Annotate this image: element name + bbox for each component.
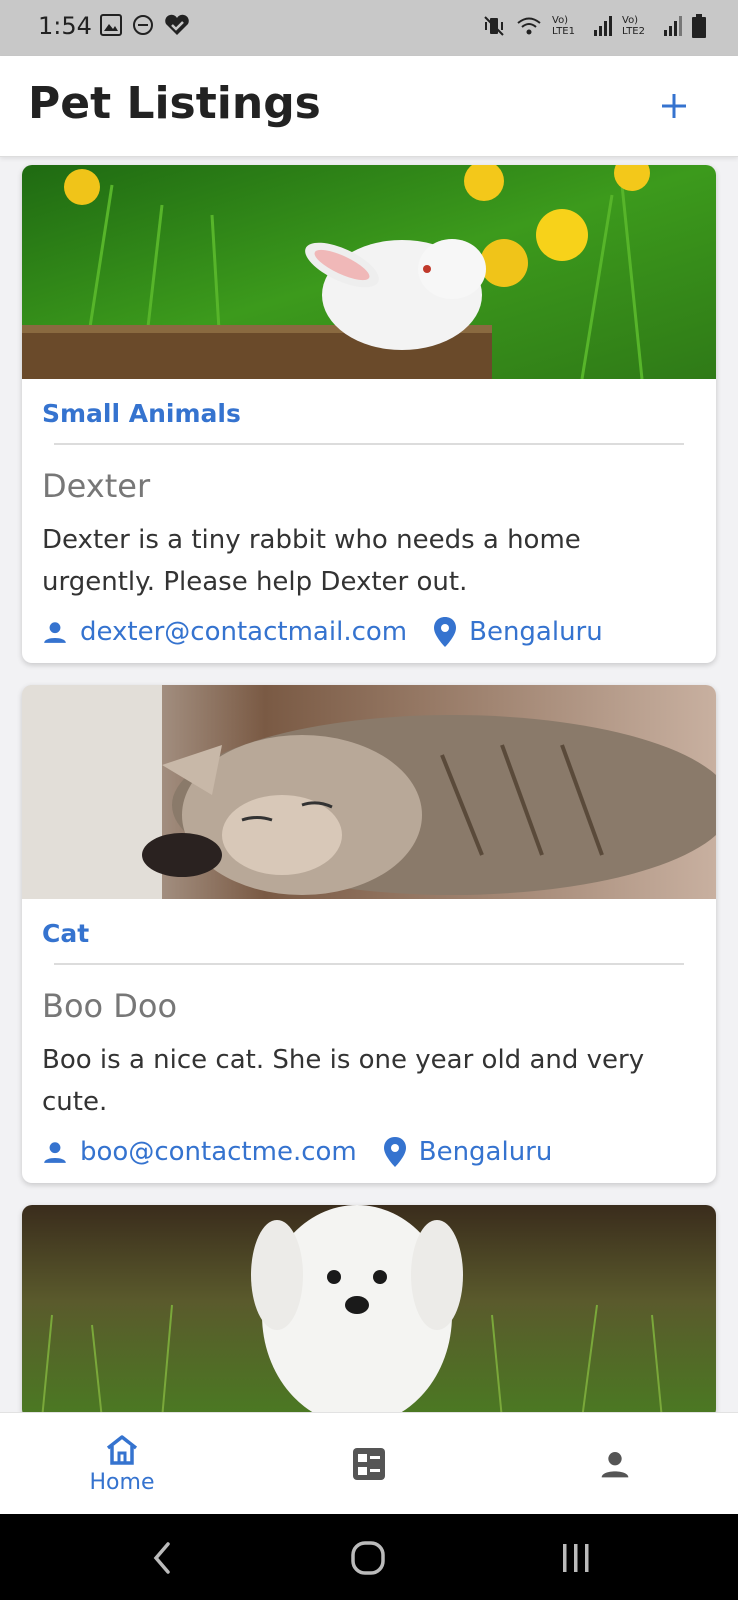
battery-icon	[692, 14, 706, 38]
bottom-navigation: Home	[0, 1412, 738, 1515]
listing-card[interactable]: Small Animals Dexter Dexter is a tiny ra…	[22, 165, 716, 663]
sim2-label: Vo) LTE2	[622, 15, 645, 37]
sim1-label: Vo) LTE1	[552, 15, 575, 37]
contact-email[interactable]: dexter@contactmail.com	[42, 617, 407, 647]
location: Bengaluru	[383, 1137, 553, 1167]
divider	[54, 963, 684, 965]
back-button[interactable]	[140, 1536, 184, 1580]
person-icon	[44, 622, 66, 643]
recent-apps-icon	[563, 1544, 589, 1572]
listings-feed[interactable]: Small Animals Dexter Dexter is a tiny ra…	[0, 157, 738, 1412]
signal-2-icon	[664, 16, 682, 36]
signal-1-icon	[594, 16, 612, 36]
vibrate-mute-icon	[484, 16, 504, 36]
category-label: Cat	[42, 919, 90, 948]
category-label: Small Animals	[42, 399, 241, 428]
nav-listings[interactable]	[309, 1413, 429, 1515]
heart-check-icon	[165, 14, 189, 35]
nav-profile[interactable]	[555, 1413, 675, 1515]
home-circle-icon	[351, 1541, 385, 1575]
list-icon	[353, 1448, 385, 1480]
pet-photo-dog	[22, 1205, 716, 1412]
page-title: Pet Listings	[28, 78, 321, 129]
status-bar: 1:54 Vo) LTE1 Vo) LTE2	[0, 0, 738, 56]
location-text: Bengaluru	[469, 617, 603, 647]
location-pin-icon	[383, 1137, 406, 1167]
nav-home[interactable]: Home	[62, 1413, 182, 1515]
home-icon	[106, 1434, 138, 1465]
plus-icon	[662, 94, 686, 118]
location-pin-icon	[434, 617, 457, 647]
location-text: Bengaluru	[418, 1137, 553, 1167]
do-not-disturb-icon	[133, 15, 153, 35]
pet-name: Dexter	[42, 467, 151, 505]
nav-home-label: Home	[89, 1469, 155, 1495]
pet-photo-cat	[22, 685, 716, 899]
email-text: boo@contactme.com	[80, 1137, 357, 1167]
pet-photo-rabbit	[22, 165, 716, 379]
gallery-icon	[100, 14, 122, 36]
person-icon	[44, 1142, 66, 1163]
pet-description: Boo is a nice cat. She is one year old a…	[42, 1045, 645, 1117]
email-text: dexter@contactmail.com	[80, 617, 408, 647]
pet-description: Dexter is a tiny rabbit who needs a home…	[42, 525, 581, 597]
profile-icon	[601, 1452, 629, 1478]
add-listing-button[interactable]	[650, 82, 698, 130]
system-navigation-bar	[0, 1514, 738, 1600]
listing-card[interactable]: Cat Boo Doo Boo is a nice cat. She is on…	[22, 685, 716, 1183]
divider	[54, 443, 684, 445]
location: Bengaluru	[433, 617, 603, 647]
pet-name: Boo Doo	[42, 987, 178, 1025]
wifi-icon	[517, 17, 541, 35]
contact-email[interactable]: boo@contactme.com	[42, 1137, 357, 1167]
back-chevron-icon	[153, 1542, 170, 1574]
app-bar: Pet Listings	[0, 56, 738, 157]
home-system-button[interactable]	[346, 1536, 390, 1580]
listing-card[interactable]	[22, 1205, 716, 1412]
status-time: 1:54	[38, 12, 92, 40]
recent-apps-button[interactable]	[554, 1536, 598, 1580]
